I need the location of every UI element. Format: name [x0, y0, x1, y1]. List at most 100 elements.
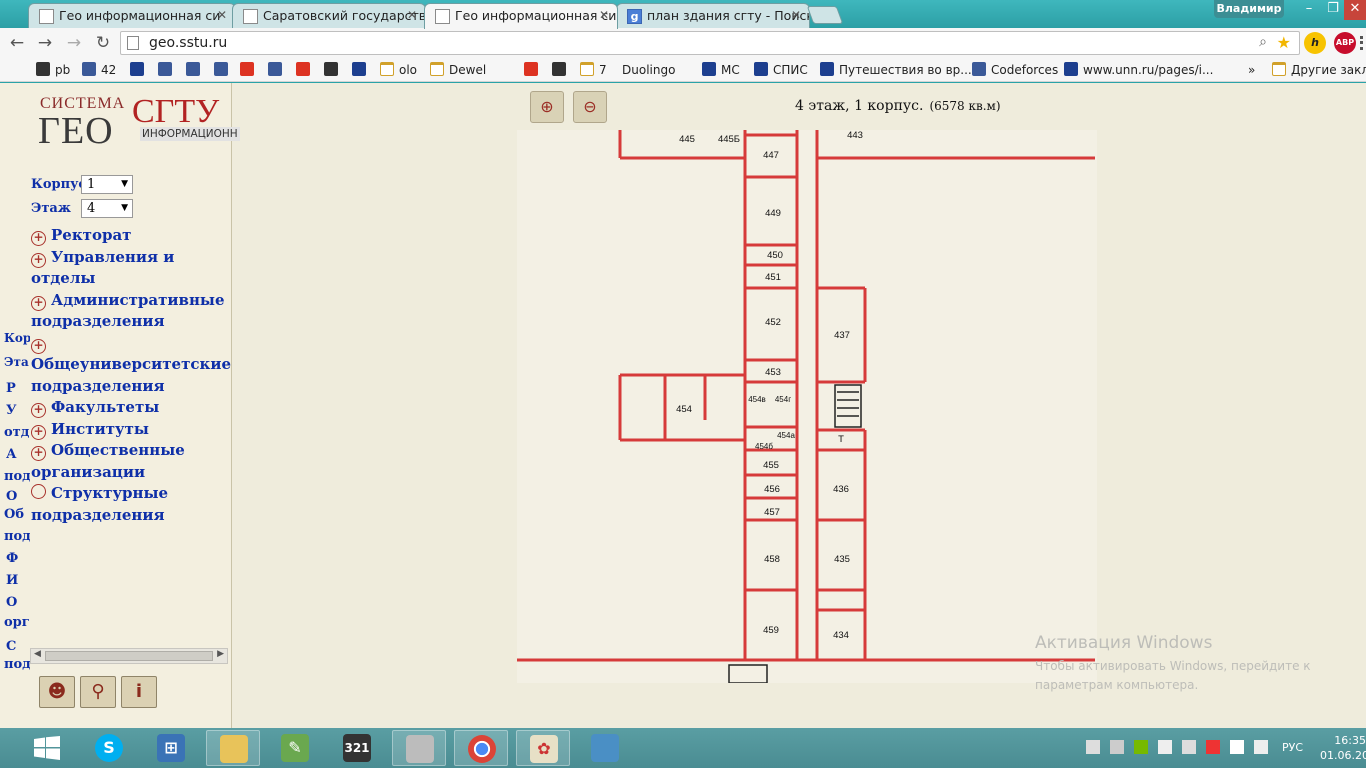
room-label[interactable]: 443	[847, 130, 863, 141]
url-input[interactable]	[149, 35, 749, 51]
etazh-select[interactable]: 4 ▼	[81, 199, 133, 218]
language-indicator[interactable]: РУС	[1282, 741, 1303, 754]
bookmark-9[interactable]	[352, 61, 371, 79]
bookmark-duolingo[interactable]: Duolingo	[622, 61, 675, 158]
menu-item-structural[interactable]: Структурные подразделения	[31, 483, 226, 526]
zoom-out-button[interactable]: ⊖	[573, 91, 607, 123]
room-label[interactable]: 454б	[755, 442, 773, 451]
bookmark-8[interactable]	[324, 61, 343, 79]
extension-h-icon[interactable]: h	[1304, 32, 1326, 54]
expand-icon[interactable]: +	[31, 403, 46, 418]
close-tab-icon[interactable]: ✕	[217, 8, 227, 22]
bookmark-youtube[interactable]	[524, 61, 543, 79]
bookmark-terminal[interactable]	[552, 61, 571, 79]
close-tab-icon[interactable]: ✕	[407, 8, 417, 22]
media-player-taskbar-button[interactable]: 321	[330, 730, 384, 766]
skype-taskbar-button[interactable]: S	[82, 730, 136, 766]
bookmark-olo[interactable]: olo	[380, 61, 417, 79]
address-bar[interactable]: ⌕ ★	[120, 31, 1300, 55]
warning-icon[interactable]	[1206, 740, 1220, 754]
room-label[interactable]: 451	[765, 272, 781, 283]
room-label[interactable]: 447	[763, 150, 779, 161]
menu-item-institutes[interactable]: + Институты	[31, 419, 226, 441]
nvidia-icon[interactable]	[1134, 740, 1148, 754]
menu-item-rectorate[interactable]: + Ректорат	[31, 225, 226, 247]
scroll-left-icon[interactable]: ◀	[34, 649, 41, 659]
menu-item-label[interactable]: Институты	[51, 420, 149, 438]
bookmark-codeforces[interactable]: Codeforces	[972, 61, 1058, 79]
forward-disabled-button[interactable]: →	[63, 32, 85, 54]
korpus-select[interactable]: 1 ▼	[81, 175, 133, 194]
room-label[interactable]: 455	[763, 460, 779, 471]
profile-button[interactable]: Владимир	[1214, 0, 1284, 18]
explorer-taskbar-button[interactable]: ⊞	[144, 730, 198, 766]
bookmark-spis[interactable]: СПИС	[754, 61, 808, 79]
room-label[interactable]: 458	[764, 554, 780, 565]
expand-icon[interactable]: +	[31, 446, 46, 461]
sidebar-horizontal-scrollbar[interactable]: ◀ ▶	[30, 648, 228, 664]
expand-icon[interactable]: +	[31, 424, 46, 440]
adblock-icon[interactable]: ABP	[1334, 32, 1356, 54]
menu-item-departments[interactable]: + Управления и отделы	[31, 247, 226, 290]
tray-icon[interactable]	[1158, 740, 1172, 754]
room-label[interactable]: 454	[676, 404, 692, 415]
room-label[interactable]: 445	[679, 134, 695, 145]
expand-icon[interactable]: +	[31, 338, 46, 354]
menu-item-faculties[interactable]: + Факультеты	[31, 397, 226, 419]
windows-start-icon[interactable]	[34, 736, 60, 760]
tab-geo-1[interactable]: Гео информационная си ✕	[28, 3, 236, 28]
bookmark-folder-7[interactable]: 7	[580, 61, 607, 79]
forward-button[interactable]: →	[34, 32, 56, 54]
folder-taskbar-button[interactable]	[206, 730, 260, 766]
room-label[interactable]: 454в	[748, 395, 766, 404]
bookmark-star-icon[interactable]: ★	[1277, 33, 1291, 52]
expand-icon[interactable]: +	[31, 252, 46, 268]
minimize-button[interactable]: –	[1296, 0, 1322, 20]
bookmark-dewel[interactable]: Dewel	[430, 61, 486, 79]
menu-item-label[interactable]: Общественные организации	[31, 441, 185, 481]
zoom-icon[interactable]: ⌕	[1259, 34, 1267, 50]
room-label[interactable]: Т	[838, 434, 844, 445]
info-tool-button[interactable]: i	[121, 676, 157, 708]
menu-item-admin[interactable]: + Административные подразделения	[31, 290, 226, 333]
tray-icon[interactable]	[1086, 740, 1100, 754]
reload-button[interactable]: ↻	[92, 32, 114, 54]
room-label[interactable]: 452	[765, 317, 781, 328]
bookmark-dots[interactable]	[158, 61, 177, 79]
bookmark-overflow[interactable]: »	[1248, 61, 1255, 79]
signal-icon[interactable]	[1230, 740, 1244, 754]
menu-item-label[interactable]: Управления и отделы	[31, 248, 174, 288]
floor-plan[interactable]: 445 445Б 447 443 449 450 451 452 437 453…	[517, 130, 1097, 683]
taskbar-clock[interactable]: 16:35 01.06.201	[1320, 733, 1366, 763]
notepad-taskbar-button[interactable]: ✎	[268, 730, 322, 766]
circle-icon[interactable]	[31, 484, 46, 499]
close-tab-icon[interactable]: ✕	[791, 8, 801, 22]
chrome-menu-icon[interactable]	[1360, 36, 1364, 50]
room-label[interactable]: 456	[764, 484, 780, 495]
bookmark-other[interactable]: Другие закла	[1272, 61, 1366, 79]
bookmark-facebook[interactable]	[214, 61, 233, 79]
bookmark-42[interactable]: 42	[82, 61, 116, 79]
room-label[interactable]: 445Б	[718, 134, 740, 145]
room-label[interactable]: 435	[834, 554, 850, 565]
bookmark-6[interactable]	[268, 61, 287, 79]
room-label[interactable]: 457	[764, 507, 780, 518]
sgtu-geo-logo[interactable]: СИСТЕМА ГЕО СГТУ ИНФОРМАЦИОНН	[28, 91, 240, 152]
tab-geo-active[interactable]: Гео информационная си ✕	[424, 3, 618, 29]
menu-item-label[interactable]: Факультеты	[51, 398, 159, 416]
scroll-right-icon[interactable]: ▶	[217, 649, 224, 659]
new-tab-button[interactable]	[806, 6, 844, 24]
room-label[interactable]: 454а	[777, 431, 795, 440]
expand-icon[interactable]: +	[31, 295, 46, 311]
chrome-taskbar-button[interactable]	[454, 730, 508, 766]
bookmark-pb[interactable]: pb	[36, 61, 70, 79]
paint-taskbar-button[interactable]: ✿	[516, 730, 570, 766]
bookmark-5[interactable]	[240, 61, 259, 79]
bookmark-vk[interactable]	[186, 61, 205, 79]
close-tab-icon[interactable]: ✕	[599, 8, 609, 22]
search-tool-button[interactable]: ⚲	[80, 676, 116, 708]
people-tool-button[interactable]: ☻	[39, 676, 75, 708]
zoom-in-button[interactable]: ⊕	[530, 91, 564, 123]
room-label[interactable]: 454г	[775, 395, 791, 404]
volume-icon[interactable]	[1254, 740, 1268, 754]
